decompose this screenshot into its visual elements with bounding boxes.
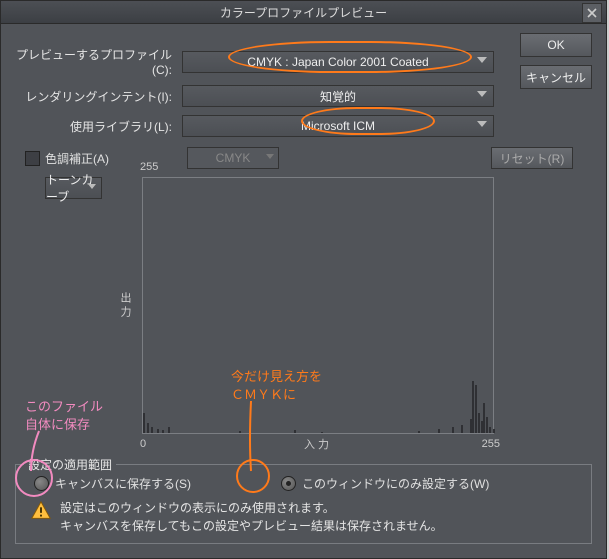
- warning-line1: 設定はこのウィンドウの表示にのみ使用されます。: [60, 500, 443, 517]
- tick-y-max: 255: [140, 161, 158, 173]
- histogram-chart: 255 出力 0 入力 255: [142, 177, 494, 434]
- warning-line2: キャンバスを保存してもこの設定やプレビュー結果は保存されません。: [60, 518, 443, 535]
- chevron-down-icon: [266, 154, 274, 159]
- chevron-down-icon: [477, 91, 487, 97]
- titlebar: カラープロファイルプレビュー: [1, 1, 606, 24]
- warning-icon: [30, 500, 52, 525]
- tick-x-max: 255: [482, 438, 500, 450]
- intent-value: 知覚的: [320, 88, 356, 105]
- radio-window-only[interactable]: このウィンドウにのみ設定する(W): [281, 475, 489, 492]
- y-axis-label: 出力: [117, 292, 133, 320]
- dialog-title: カラープロファイルプレビュー: [220, 4, 387, 21]
- mode-value: CMYK: [216, 151, 251, 165]
- library-value: Microsoft ICM: [301, 119, 375, 133]
- radio-icon: [281, 476, 296, 491]
- color-correction-label: 色調補正(A): [45, 150, 109, 167]
- radio-window-label: このウィンドウにのみ設定する(W): [302, 475, 489, 492]
- library-label: 使用ライブラリ(L):: [13, 118, 182, 135]
- chart-frame: 出力: [142, 177, 494, 434]
- reset-button[interactable]: リセット(R): [491, 147, 573, 169]
- warning-text: 設定はこのウィンドウの表示にのみ使用されます。 キャンバスを保存してもこの設定や…: [60, 500, 443, 535]
- tick-x-min: 0: [140, 438, 146, 450]
- radio-icon: [34, 476, 49, 491]
- chevron-down-icon: [477, 57, 487, 63]
- scope-fieldset: 設定の適用範囲 キャンバスに保存する(S) このウィンドウにのみ設定する(W) …: [15, 464, 592, 544]
- scope-legend: 設定の適用範囲: [24, 456, 116, 473]
- color-profile-preview-dialog: カラープロファイルプレビュー OK キャンセル プレビューするプロファイル(C)…: [0, 0, 607, 559]
- library-select[interactable]: Microsoft ICM: [182, 115, 494, 137]
- intent-label: レンダリングインテント(I):: [13, 88, 182, 105]
- mode-select: CMYK: [187, 147, 279, 169]
- close-icon: [587, 8, 597, 18]
- intent-select[interactable]: 知覚的: [182, 85, 494, 107]
- radio-canvas-label: キャンバスに保存する(S): [55, 475, 191, 492]
- histogram-bars: [143, 178, 493, 433]
- profile-label: プレビューするプロファイル(C):: [13, 46, 182, 77]
- profile-value: CMYK : Japan Color 2001 Coated: [247, 55, 428, 69]
- x-axis-label: 入力: [304, 436, 332, 452]
- color-correction-checkbox[interactable]: [25, 151, 40, 166]
- close-button[interactable]: [582, 3, 602, 23]
- tonecurve-select[interactable]: トーンカーブ: [45, 177, 102, 199]
- radio-save-to-canvas[interactable]: キャンバスに保存する(S): [34, 475, 191, 492]
- chevron-down-icon: [477, 121, 487, 127]
- profile-select[interactable]: CMYK : Japan Color 2001 Coated: [182, 51, 494, 73]
- chevron-down-icon: [88, 184, 96, 189]
